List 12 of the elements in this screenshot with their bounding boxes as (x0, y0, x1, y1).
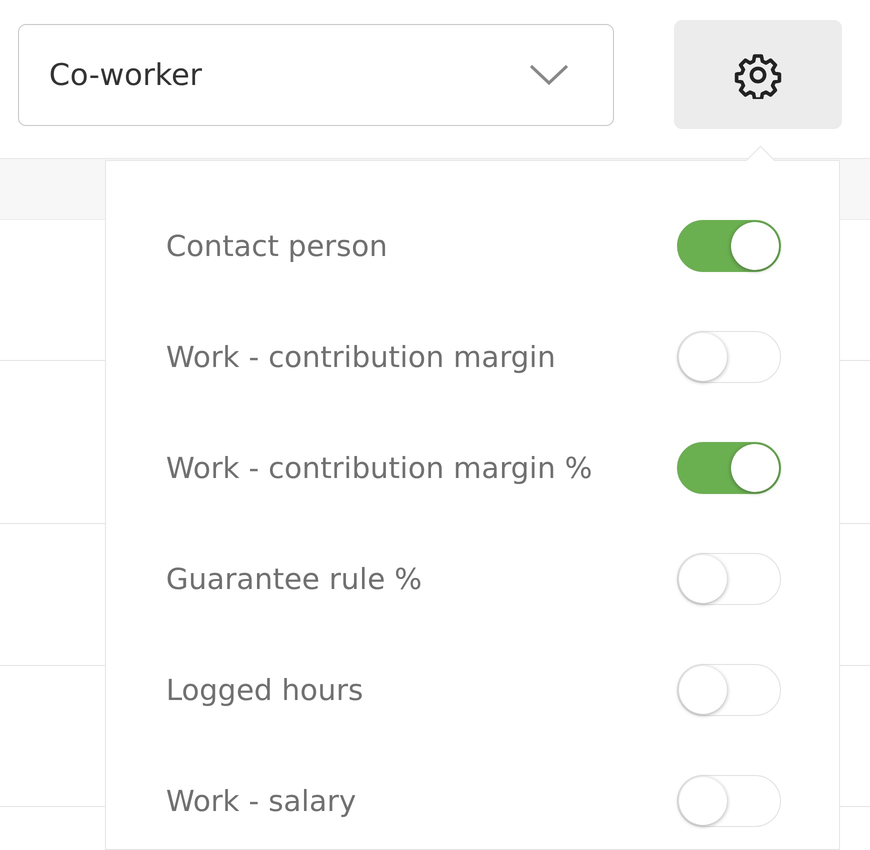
toggle-switch[interactable] (677, 442, 781, 494)
setting-label: Work - contribution margin (166, 340, 556, 374)
settings-button[interactable] (674, 20, 842, 129)
setting-label: Guarantee rule % (166, 562, 422, 596)
dropdown-value: Co-worker (49, 58, 202, 92)
setting-label: Work - salary (166, 784, 356, 818)
chevron-down-icon (529, 64, 569, 86)
toggle-switch[interactable] (677, 220, 781, 272)
co-worker-dropdown[interactable]: Co-worker (18, 24, 614, 126)
setting-label: Contact person (166, 229, 388, 263)
setting-label: Logged hours (166, 673, 364, 707)
setting-label: Work - contribution margin % (166, 451, 592, 485)
